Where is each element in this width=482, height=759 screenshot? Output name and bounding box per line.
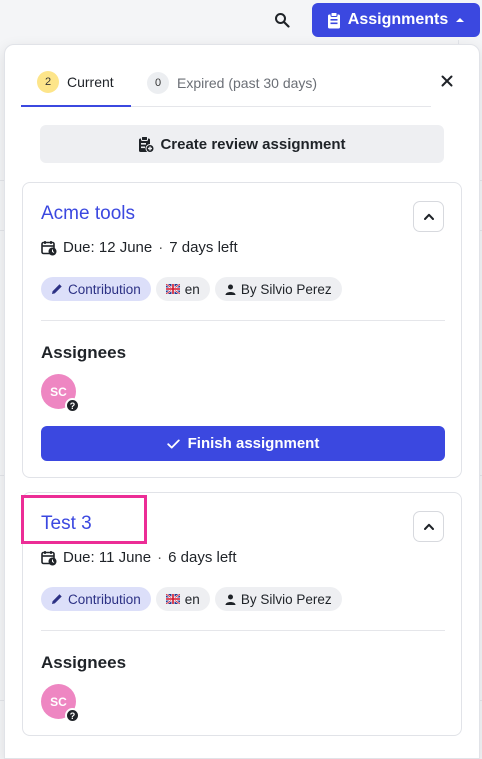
create-review-assignment-label: Create review assignment [160, 135, 346, 153]
card-divider [41, 630, 445, 631]
tab-current[interactable]: 2 Current [21, 59, 131, 107]
chevron-up-icon [423, 213, 434, 220]
contribution-label: Contribution [68, 591, 141, 607]
assignment-title[interactable]: Acme tools [41, 203, 135, 225]
top-bar: Assignments [0, 0, 482, 40]
tab-expired[interactable]: 0 Expired (past 30 days) [147, 59, 317, 107]
author-chip: By Silvio Perez [214, 587, 342, 611]
calendar-clock-icon [41, 550, 57, 565]
language-label: en [184, 591, 200, 607]
contribution-chip: Contribution [41, 587, 151, 611]
unknown-status-badge: ? [65, 398, 80, 413]
avatar[interactable]: SC ? [41, 684, 80, 723]
tab-current-label: Current [67, 74, 114, 90]
assignees-heading: Assignees [41, 343, 127, 362]
due-date: Due: 12 June [63, 239, 153, 256]
contribution-label: Contribution [68, 281, 141, 297]
language-chip: en [155, 587, 210, 611]
search-button[interactable] [268, 6, 296, 34]
author-label: By Silvio Perez [240, 281, 332, 297]
create-review-assignment-button[interactable]: Create review assignment [40, 125, 444, 163]
uk-flag-icon [165, 284, 180, 294]
check-icon [166, 439, 180, 448]
assignees-heading: Assignees [41, 653, 127, 672]
search-icon [275, 13, 290, 28]
avatar-initials: SC [50, 384, 67, 399]
author-chip: By Silvio Perez [214, 277, 342, 301]
uk-flag-icon [165, 594, 180, 604]
separator-dot: · [157, 549, 163, 566]
tab-expired-label: Expired (past 30 days) [177, 75, 318, 91]
avatar[interactable]: SC ? [41, 374, 80, 413]
assignment-tags: Contribution en By Silvio Perez [41, 277, 342, 301]
assignments-panel: 2 Current 0 Expired (past 30 days) Creat… [4, 44, 480, 759]
separator-dot: · [158, 239, 164, 256]
assignment-tabs: 2 Current 0 Expired (past 30 days) [21, 59, 431, 107]
collapse-button[interactable] [413, 201, 444, 232]
days-left: 7 days left [169, 239, 238, 256]
collapse-button[interactable] [413, 511, 444, 542]
calendar-clock-icon [41, 240, 57, 255]
avatar-initials: SC [50, 694, 67, 709]
finish-assignment-label: Finish assignment [187, 435, 320, 452]
clipboard-icon [327, 11, 340, 28]
assignment-title[interactable]: Test 3 [41, 513, 92, 535]
clipboard-add-icon [139, 135, 155, 153]
language-chip: en [155, 277, 210, 301]
assignments-label: Assignments [347, 11, 449, 28]
due-date: Due: 11 June [63, 549, 152, 566]
user-icon [225, 284, 236, 295]
due-date-row: Due: 11 June · 6 days left [41, 549, 237, 566]
contribution-chip: Contribution [41, 277, 151, 301]
chevron-up-icon [423, 523, 434, 530]
assignment-card: Acme tools Due: 12 June · 7 days left Co… [22, 182, 462, 478]
assignment-card: Test 3 Due: 11 June · 6 days left Contri… [22, 492, 462, 736]
current-count-badge: 2 [37, 71, 59, 93]
due-date-row: Due: 12 June · 7 days left [41, 239, 238, 256]
unknown-status-badge: ? [65, 708, 80, 723]
close-icon [441, 75, 453, 87]
language-label: en [184, 281, 200, 297]
assignments-button[interactable]: Assignments [312, 3, 480, 37]
caret-up-icon [456, 18, 465, 22]
finish-assignment-button[interactable]: Finish assignment [41, 426, 445, 461]
days-left: 6 days left [168, 549, 237, 566]
author-label: By Silvio Perez [240, 591, 332, 607]
user-icon [225, 594, 236, 605]
assignment-tags: Contribution en By Silvio Perez [41, 587, 342, 611]
expired-count-badge: 0 [147, 72, 169, 94]
card-divider [41, 320, 445, 321]
pencil-icon [52, 284, 62, 294]
close-button[interactable] [435, 69, 459, 93]
pencil-icon [52, 594, 62, 604]
